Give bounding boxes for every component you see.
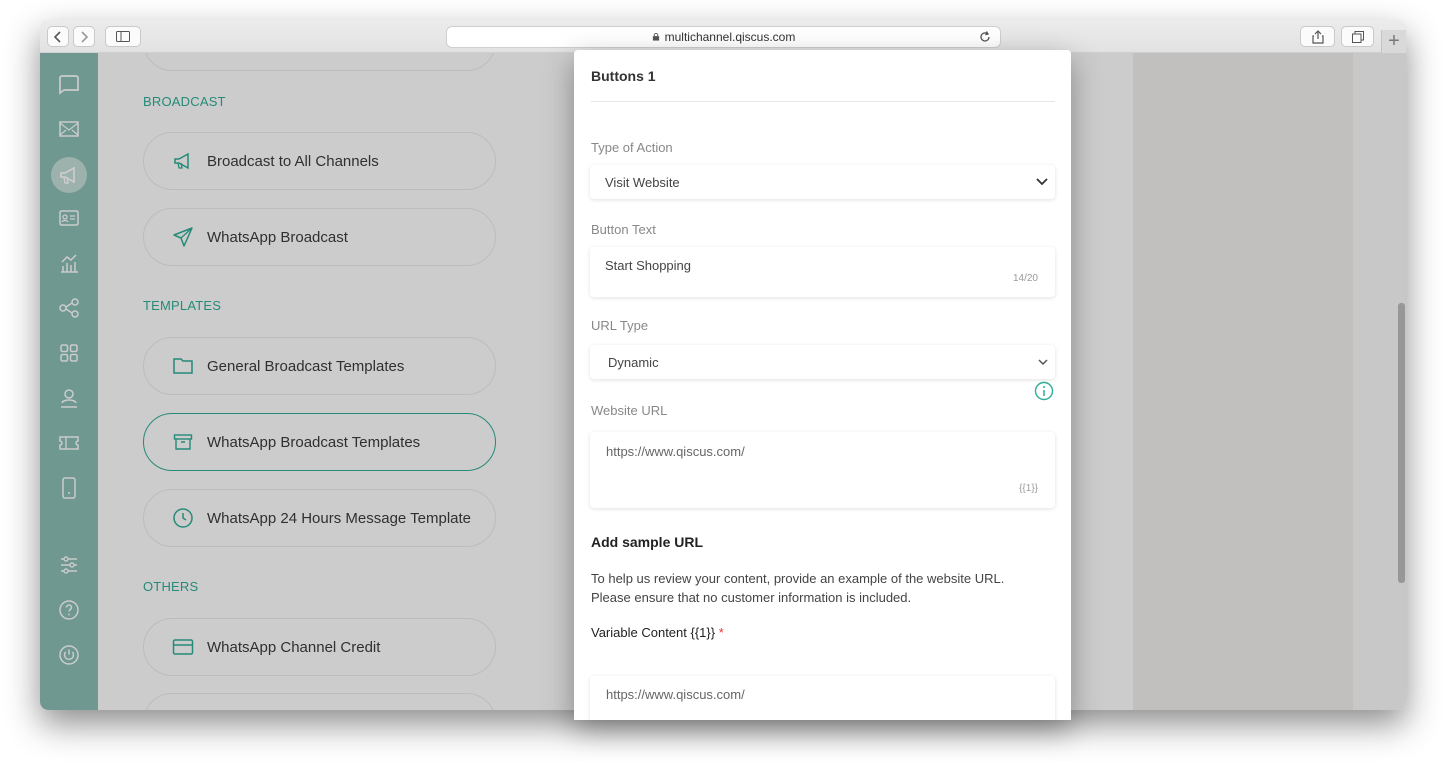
button-text-label: Button Text — [591, 222, 656, 237]
button-text-input[interactable]: Start Shopping 14/20 — [590, 247, 1055, 297]
chevron-down-icon — [1038, 359, 1048, 366]
variable-content-label: Variable Content {{1}} * — [591, 625, 724, 640]
sample-url-heading: Add sample URL — [591, 534, 704, 550]
modal-divider — [591, 101, 1055, 102]
variable-content-input[interactable]: https://www.qiscus.com/ — [590, 676, 1055, 720]
required-mark: * — [718, 625, 724, 640]
description-line: Please ensure that no customer informati… — [591, 590, 912, 605]
type-of-action-label: Type of Action — [591, 140, 673, 155]
address-url: multichannel.qiscus.com — [664, 30, 796, 44]
type-of-action-value: Visit Website — [605, 175, 680, 190]
address-bar[interactable]: multichannel.qiscus.com — [446, 26, 1001, 48]
chevron-right-icon — [81, 30, 88, 43]
url-type-label: URL Type — [591, 318, 649, 333]
back-button[interactable] — [47, 26, 69, 47]
variable-content-value: https://www.qiscus.com/ — [606, 687, 745, 702]
chevron-left-icon — [54, 30, 61, 43]
url-type-value: Dynamic — [608, 355, 659, 370]
lock-icon — [652, 33, 659, 41]
website-url-label: Website URL — [591, 403, 668, 418]
chevron-down-icon — [1036, 178, 1048, 186]
share-icon — [1311, 29, 1324, 44]
char-counter: 14/20 — [1012, 273, 1038, 284]
description-line: To help us review your content, provide … — [591, 571, 1005, 586]
modal-title: Buttons 1 — [591, 68, 656, 84]
website-url-input[interactable]: https://www.qiscus.com/ {{1}} — [590, 432, 1055, 508]
tabs-button[interactable] — [1341, 26, 1374, 47]
add-variable-tag[interactable]: {{1}} — [1019, 483, 1038, 494]
sidebar-icon — [116, 31, 130, 42]
buttons-modal: Buttons 1 Type of Action Visit Website B… — [574, 50, 1071, 720]
url-type-select[interactable]: Dynamic — [590, 345, 1055, 379]
info-icon[interactable] — [1034, 381, 1054, 401]
forward-button[interactable] — [73, 26, 95, 47]
sample-url-description: To help us review your content, provide … — [591, 569, 1051, 607]
tabs-icon — [1351, 30, 1364, 43]
sidebar-toggle-button[interactable] — [105, 26, 141, 47]
new-tab-button[interactable]: + — [1381, 30, 1406, 53]
website-url-value: https://www.qiscus.com/ — [606, 444, 745, 459]
type-of-action-select[interactable]: Visit Website — [590, 165, 1055, 199]
browser-toolbar: multichannel.qiscus.com + — [40, 20, 1406, 53]
variable-label-text: Variable Content {{1}} — [591, 625, 716, 640]
plus-icon: + — [1388, 30, 1400, 52]
reload-icon[interactable] — [978, 30, 992, 44]
share-button[interactable] — [1300, 26, 1335, 47]
button-text-value: Start Shopping — [605, 258, 692, 273]
